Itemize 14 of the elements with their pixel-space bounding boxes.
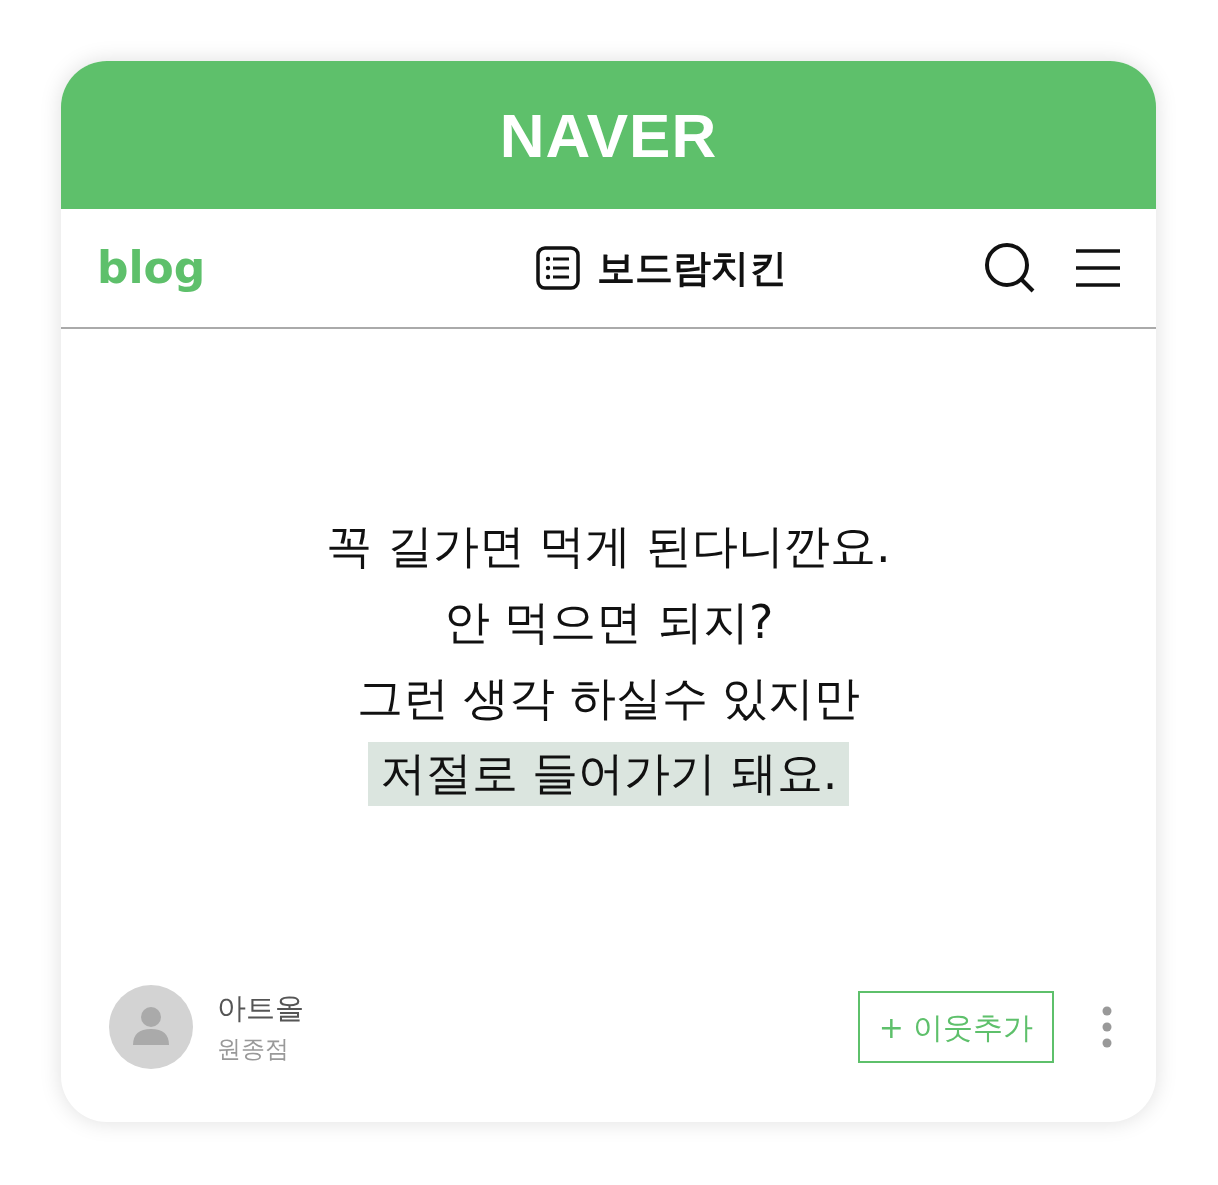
- menu-icon[interactable]: [1076, 248, 1120, 288]
- author-subtitle: 원종점: [217, 1033, 290, 1065]
- naver-logo: NAVER: [499, 99, 718, 172]
- list-icon[interactable]: [534, 245, 581, 291]
- search-icon[interactable]: [984, 242, 1036, 294]
- author-name: 아트올: [217, 990, 305, 1028]
- more-icon[interactable]: [1102, 1006, 1112, 1048]
- post-text-line: 그런 생각 하실수 있지만: [355, 669, 862, 727]
- avatar-icon: [109, 985, 193, 1069]
- post-text-line: 안 먹으면 되지?: [442, 593, 775, 651]
- blog-title[interactable]: 보드람치킨: [596, 239, 787, 297]
- post-text-line: 꼭 길가면 먹게 된다니깐요.: [325, 517, 892, 575]
- add-neighbor-button[interactable]: + 이웃추가: [858, 991, 1054, 1063]
- blog-logo[interactable]: blog: [97, 235, 397, 301]
